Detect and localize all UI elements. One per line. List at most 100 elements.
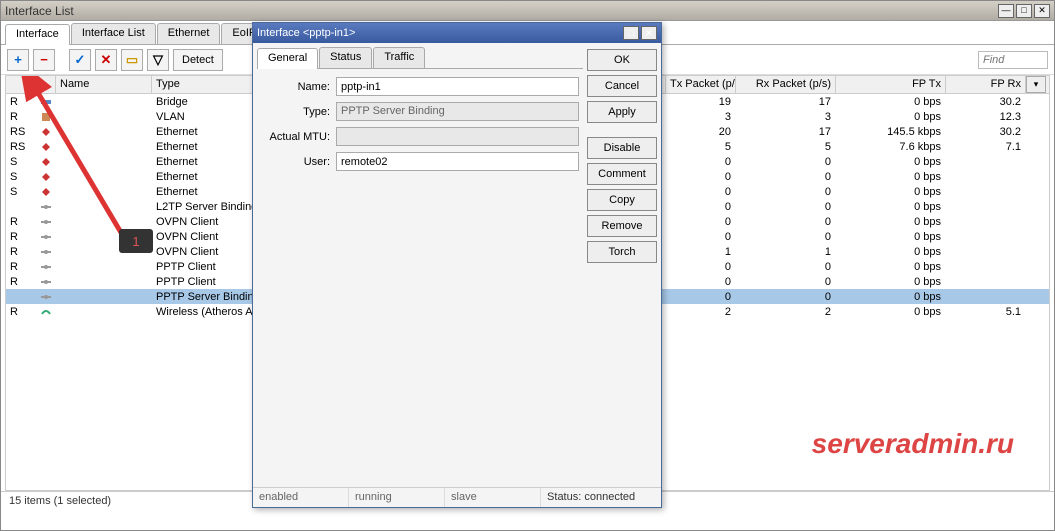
row-fptx: 0 bps: [836, 276, 946, 288]
tun-icon: [36, 290, 56, 302]
col-flag[interactable]: [6, 76, 36, 93]
torch-button[interactable]: Torch: [587, 241, 657, 263]
filter-button[interactable]: ▽: [147, 49, 169, 71]
status-running: running: [349, 488, 445, 507]
row-rxp: 0: [736, 276, 836, 288]
eth-icon: [36, 170, 56, 182]
tab-interface[interactable]: Interface: [5, 24, 70, 45]
col-fprx[interactable]: FP Rx: [946, 76, 1026, 93]
row-rxp: 17: [736, 96, 836, 108]
cancel-button[interactable]: Cancel: [587, 75, 657, 97]
row-rxp: 0: [736, 201, 836, 213]
col-name[interactable]: Name: [56, 76, 152, 93]
tun-icon: [36, 260, 56, 272]
row-txp: 2: [666, 306, 736, 318]
tab-ethernet[interactable]: Ethernet: [157, 23, 221, 44]
row-fptx: 0 bps: [836, 156, 946, 168]
row-txp: 0: [666, 186, 736, 198]
comment-button[interactable]: Comment: [587, 163, 657, 185]
row-flag: RS: [6, 126, 36, 138]
type-label: Type:: [261, 106, 336, 118]
row-flag: S: [6, 156, 36, 168]
find-input[interactable]: [978, 51, 1048, 69]
row-rxp: 0: [736, 261, 836, 273]
eth-icon: [36, 155, 56, 167]
row-rxp: 5: [736, 141, 836, 153]
row-rxp: 17: [736, 126, 836, 138]
detect-button[interactable]: Detect: [173, 49, 223, 71]
add-button[interactable]: +: [7, 49, 29, 71]
row-fprx: 30.2: [946, 126, 1026, 138]
row-rxp: 0: [736, 216, 836, 228]
dialog-tabs: General Status Traffic: [257, 47, 583, 69]
row-fptx: 0 bps: [836, 111, 946, 123]
status-enabled: enabled: [253, 488, 349, 507]
status-slave: slave: [445, 488, 541, 507]
comment-button[interactable]: ▭: [121, 49, 143, 71]
dialog-tab-traffic[interactable]: Traffic: [373, 47, 425, 68]
ok-button[interactable]: OK: [587, 49, 657, 71]
row-rxp: 0: [736, 186, 836, 198]
row-txp: 0: [666, 276, 736, 288]
remove-button[interactable]: −: [33, 49, 55, 71]
eth-icon: [36, 140, 56, 152]
row-txp: 3: [666, 111, 736, 123]
dialog-close-button[interactable]: ✕: [641, 26, 657, 40]
row-fprx: 30.2: [946, 96, 1026, 108]
row-rxp: 2: [736, 306, 836, 318]
row-txp: 0: [666, 291, 736, 303]
bridge-icon: [36, 95, 56, 107]
tun-icon: [36, 230, 56, 242]
maximize-button[interactable]: □: [1016, 4, 1032, 18]
eth-icon: [36, 185, 56, 197]
name-input[interactable]: [336, 77, 579, 96]
tun-icon: [36, 200, 56, 212]
disable-button[interactable]: Disable: [587, 137, 657, 159]
col-fptx[interactable]: FP Tx: [836, 76, 946, 93]
tun-icon: [36, 215, 56, 227]
row-fptx: 0 bps: [836, 231, 946, 243]
row-fptx: 0 bps: [836, 171, 946, 183]
minimize-button[interactable]: —: [998, 4, 1014, 18]
row-fptx: 0 bps: [836, 291, 946, 303]
row-flag: R: [6, 96, 36, 108]
col-dropdown-icon[interactable]: ▾: [1026, 76, 1046, 93]
col-icon[interactable]: [36, 76, 56, 93]
dialog-tab-status[interactable]: Status: [319, 47, 372, 68]
row-txp: 0: [666, 231, 736, 243]
user-label: User:: [261, 156, 336, 168]
dialog-tab-general[interactable]: General: [257, 48, 318, 69]
row-txp: 0: [666, 201, 736, 213]
row-flag: R: [6, 276, 36, 288]
dialog-minimize-button[interactable]: □: [623, 26, 639, 40]
row-flag: S: [6, 171, 36, 183]
dialog-title: Interface <pptp-in1>: [257, 27, 621, 39]
vlan-icon: [36, 110, 56, 122]
enable-button[interactable]: ✓: [69, 49, 91, 71]
user-input[interactable]: [336, 152, 579, 171]
tun-icon: [36, 245, 56, 257]
copy-button[interactable]: Copy: [587, 189, 657, 211]
row-txp: 19: [666, 96, 736, 108]
remove-button[interactable]: Remove: [587, 215, 657, 237]
disable-button[interactable]: ✕: [95, 49, 117, 71]
col-txp[interactable]: Tx Packet (p/s): [666, 76, 736, 93]
apply-button[interactable]: Apply: [587, 101, 657, 123]
row-fptx: 0 bps: [836, 216, 946, 228]
close-button[interactable]: ✕: [1034, 4, 1050, 18]
col-rxp[interactable]: Rx Packet (p/s): [736, 76, 836, 93]
row-rxp: 0: [736, 291, 836, 303]
tab-interface-list[interactable]: Interface List: [71, 23, 156, 44]
row-rxp: 0: [736, 231, 836, 243]
row-fprx: 5.1: [946, 306, 1026, 318]
row-flag: R: [6, 246, 36, 258]
mtu-value: [336, 127, 579, 146]
row-fptx: 0 bps: [836, 96, 946, 108]
dialog-form: Name: Type: PPTP Server Binding Actual M…: [257, 69, 583, 185]
dialog-status-bar: enabled running slave Status: connected: [253, 487, 661, 507]
row-flag: R: [6, 261, 36, 273]
main-titlebar: Interface List — □ ✕: [1, 1, 1054, 21]
mtu-label: Actual MTU:: [261, 131, 336, 143]
row-txp: 20: [666, 126, 736, 138]
dialog-titlebar: Interface <pptp-in1> □ ✕: [253, 23, 661, 43]
